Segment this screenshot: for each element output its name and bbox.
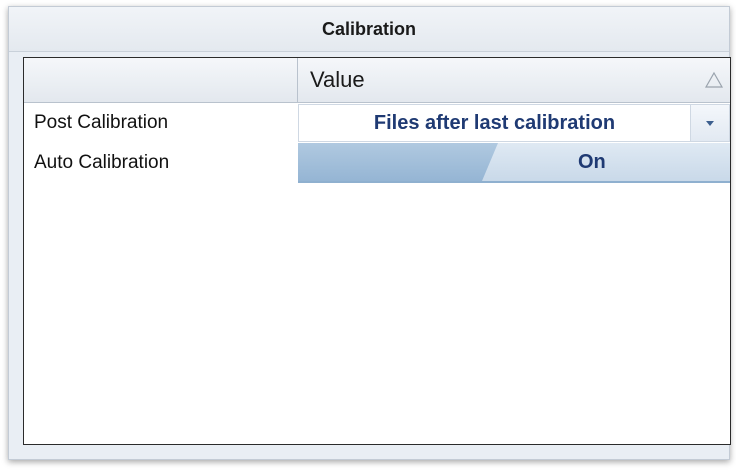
property-grid: Value Post Calibration Files after last … xyxy=(23,57,731,445)
calibration-panel: Calibration Value Post Calibration Files… xyxy=(8,6,731,460)
post-calibration-dropdown-button[interactable] xyxy=(690,105,729,141)
table-row-post-calibration: Post Calibration Files after last calibr… xyxy=(24,103,730,143)
panel-title: Calibration xyxy=(9,7,729,52)
auto-calibration-toggle[interactable]: On xyxy=(298,143,730,183)
post-calibration-value[interactable]: Files after last calibration xyxy=(299,105,690,141)
post-calibration-combobox[interactable]: Files after last calibration xyxy=(298,104,730,142)
row-label: Post Calibration xyxy=(34,112,169,133)
table-row-auto-calibration: Auto Calibration On xyxy=(24,143,730,183)
header-name-column xyxy=(24,58,298,102)
grid-header: Value xyxy=(24,58,730,103)
chevron-down-icon xyxy=(706,121,714,126)
header-value-label: Value xyxy=(310,67,365,92)
row-label: Auto Calibration xyxy=(34,152,170,173)
sort-triangle-icon[interactable] xyxy=(704,70,724,90)
auto-calibration-value: On xyxy=(578,151,606,173)
toggle-fill xyxy=(298,143,498,181)
header-value-column[interactable]: Value xyxy=(298,58,730,102)
